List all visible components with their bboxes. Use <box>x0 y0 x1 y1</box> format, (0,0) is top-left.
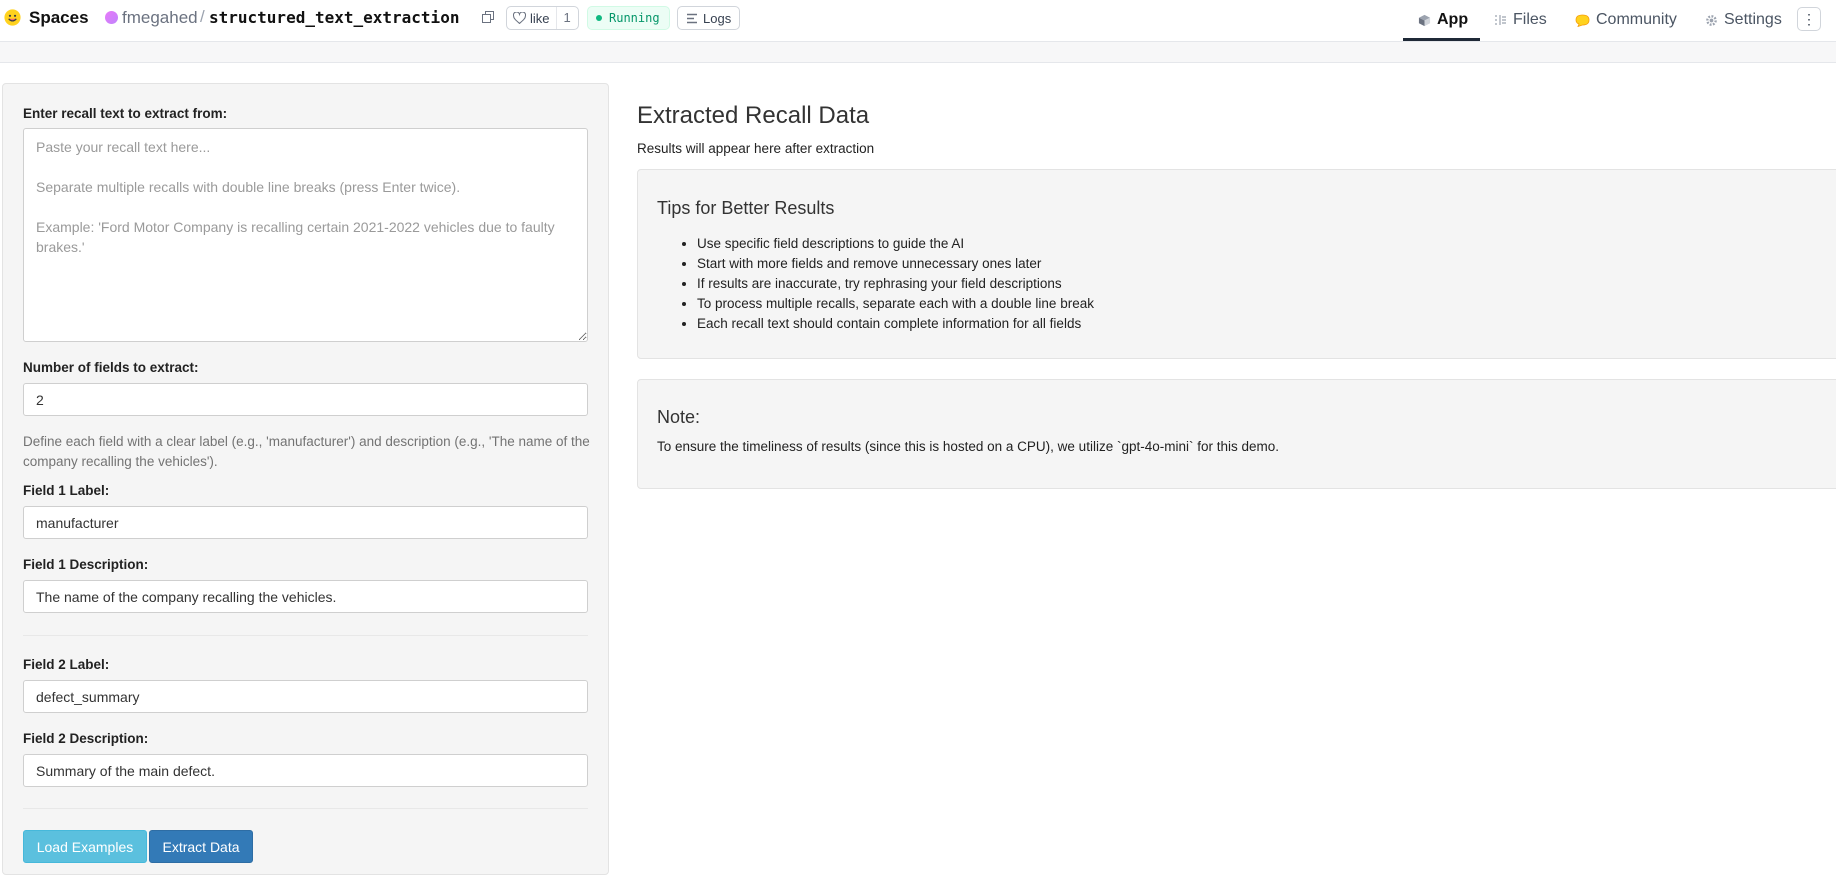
tips-panel: Tips for Better Results Use specific fie… <box>637 169 1836 359</box>
top-header: Spaces fmegahed / structured_text_extrac… <box>0 0 1836 41</box>
logs-button[interactable]: Logs <box>677 6 741 30</box>
gear-icon <box>1706 14 1717 26</box>
owner-avatar <box>105 11 118 24</box>
tip-item: To process multiple recalls, separate ea… <box>697 294 1094 314</box>
hugging-face-logo-icon[interactable] <box>4 9 21 26</box>
load-examples-button[interactable]: Load Examples <box>23 830 147 863</box>
note-text: To ensure the timeliness of results (sin… <box>657 439 1280 454</box>
tab-settings[interactable]: Settings <box>1705 0 1782 40</box>
community-icon <box>1575 14 1590 27</box>
tab-app-label: App <box>1437 11 1469 28</box>
files-icon <box>1495 15 1506 25</box>
tip-item: If results are inaccurate, try rephrasin… <box>697 274 1094 294</box>
field-help-text: Define each field with a clear label (e.… <box>23 434 590 469</box>
note-title: Note: <box>657 407 701 427</box>
field-1-description-title: Field 1 Description: <box>23 557 149 572</box>
results-subtitle: Results will appear here after extractio… <box>637 141 875 156</box>
heart-icon <box>513 12 526 24</box>
like-label: like <box>530 10 550 26</box>
tab-files-label: Files <box>1513 11 1547 28</box>
tips-list: Use specific field descriptions to guide… <box>657 234 1094 334</box>
logs-label: Logs <box>703 10 732 26</box>
field-divider <box>23 808 588 809</box>
like-button[interactable]: like 1 <box>506 6 579 30</box>
status-label: Running <box>609 11 660 25</box>
recall-text-input[interactable] <box>23 128 588 342</box>
spaces-link[interactable]: Spaces <box>29 8 89 28</box>
field-2-label-title: Field 2 Label: <box>23 657 110 672</box>
tab-community[interactable]: Community <box>1575 0 1677 40</box>
status-dot-icon <box>596 15 602 21</box>
owner-link[interactable]: fmegahed <box>122 8 198 28</box>
space-name-link[interactable]: structured_text_extraction <box>209 8 459 27</box>
recall-text-label: Enter recall text to extract from: <box>23 106 228 121</box>
path-separator: / <box>200 7 205 26</box>
results-title: Extracted Recall Data <box>637 102 870 129</box>
tab-files[interactable]: Files <box>1494 0 1547 40</box>
extract-data-button[interactable]: Extract Data <box>149 830 253 863</box>
field-2-description-title: Field 2 Description: <box>23 731 149 746</box>
tip-item: Each recall text should contain complete… <box>697 314 1094 334</box>
tips-title: Tips for Better Results <box>657 198 835 218</box>
cube-icon <box>1418 14 1431 26</box>
tip-item: Start with more fields and remove unnece… <box>697 254 1094 274</box>
input-panel: Enter recall text to extract from: Numbe… <box>2 83 609 875</box>
status-badge: Running <box>587 6 670 30</box>
field-1-label-title: Field 1 Label: <box>23 483 110 498</box>
space-subheader-bar <box>0 41 1836 63</box>
tip-item: Use specific field descriptions to guide… <box>697 234 1094 254</box>
num-fields-input[interactable] <box>23 383 588 416</box>
field-1-label-input[interactable] <box>23 506 588 539</box>
tab-settings-label: Settings <box>1724 11 1782 28</box>
note-panel: Note: To ensure the timeliness of result… <box>637 379 1836 489</box>
more-options-button[interactable]: ⋮ <box>1797 7 1821 31</box>
field-2-label-input[interactable] <box>23 680 588 713</box>
field-1-description-input[interactable] <box>23 580 588 613</box>
copy-icon[interactable] <box>482 11 494 23</box>
tab-app[interactable]: App <box>1418 0 1468 40</box>
field-2-description-input[interactable] <box>23 754 588 787</box>
like-count[interactable]: 1 <box>555 7 578 29</box>
logs-icon <box>687 13 697 23</box>
tab-community-label: Community <box>1596 11 1677 28</box>
field-divider <box>23 635 588 636</box>
num-fields-label: Number of fields to extract: <box>23 360 199 375</box>
